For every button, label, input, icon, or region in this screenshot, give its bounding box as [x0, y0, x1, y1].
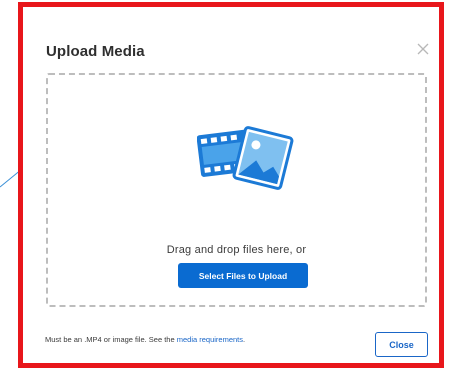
select-files-button[interactable]: Select Files to Upload — [178, 263, 308, 288]
close-x-icon[interactable] — [415, 41, 431, 57]
modal-title: Upload Media — [46, 43, 145, 60]
note-prefix: Must be an .MP4 or image file. See the — [45, 335, 177, 344]
file-dropzone[interactable]: Drag and drop files here, or Select File… — [46, 73, 427, 307]
media-film-photo-icon — [197, 126, 294, 190]
file-requirements-note: Must be an .MP4 or image file. See the m… — [45, 335, 245, 344]
note-suffix: . — [243, 335, 246, 344]
close-button[interactable]: Close — [375, 332, 428, 357]
upload-media-modal: Upload Media Drag and drop files here, o… — [18, 2, 444, 368]
dropzone-instruction: Drag and drop files here, or — [166, 244, 307, 256]
media-requirements-link[interactable]: media requirements — [177, 335, 243, 344]
